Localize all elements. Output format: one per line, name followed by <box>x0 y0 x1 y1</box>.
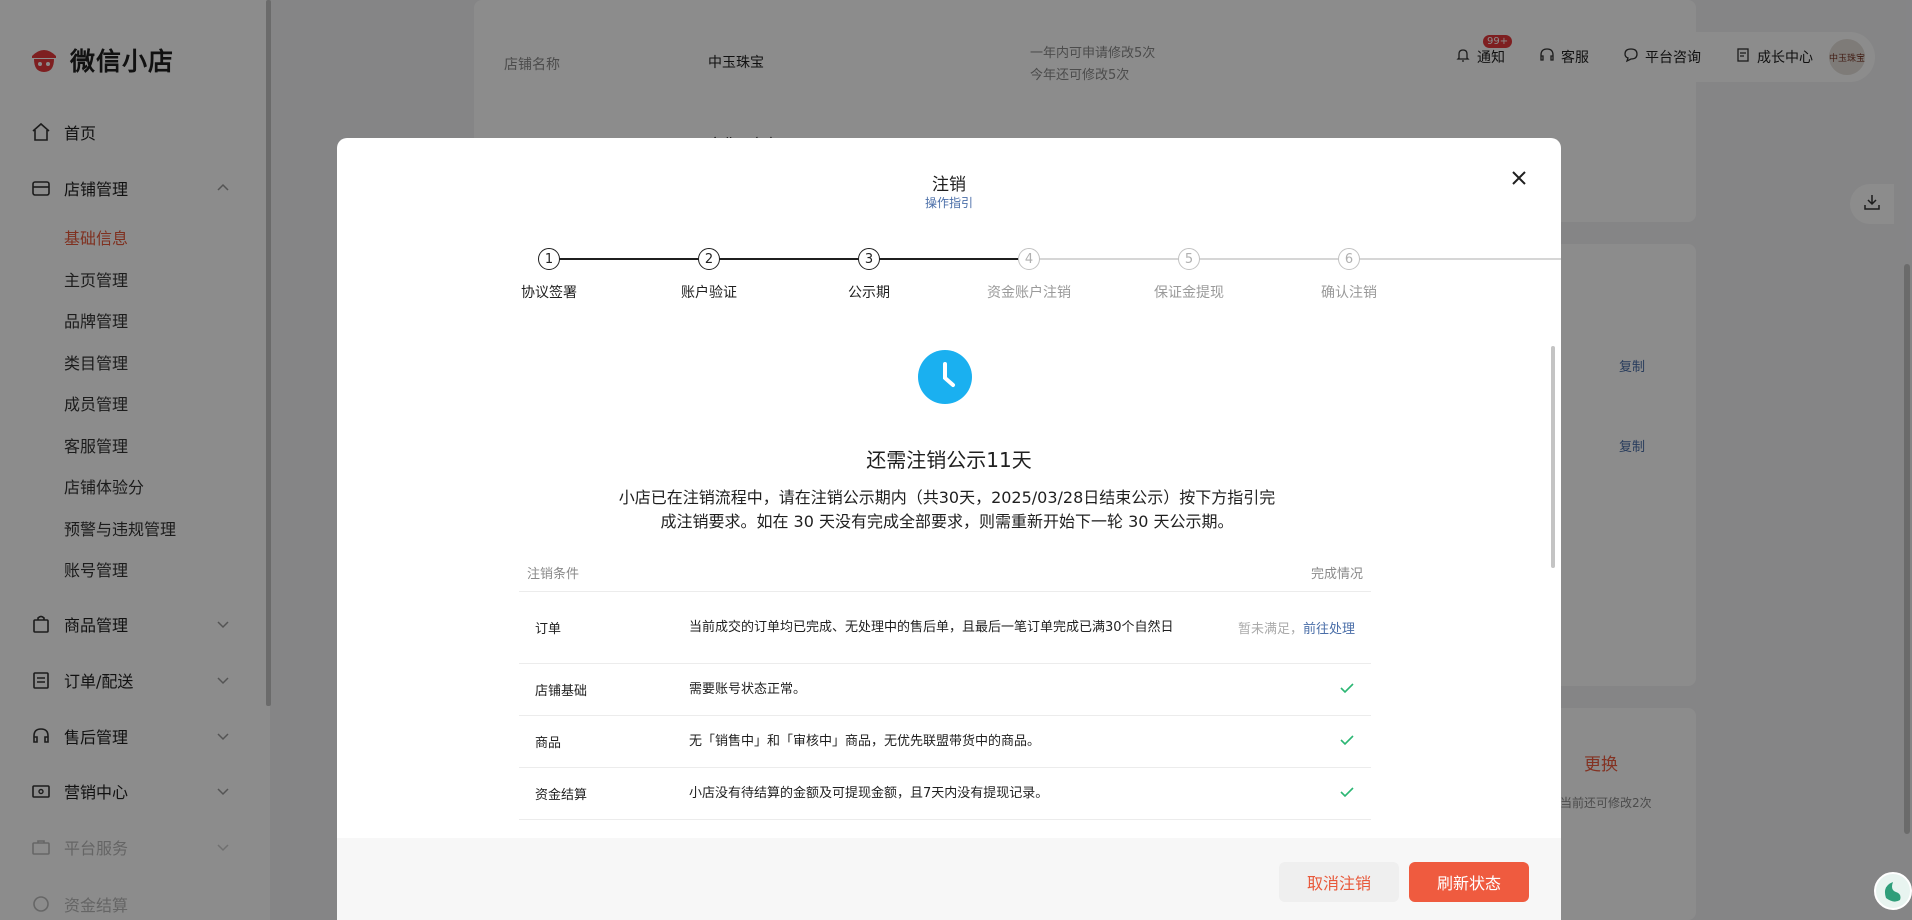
status-text: 暂未满足， <box>1237 622 1303 637</box>
condition-detail: 当前成交的订单均已完成、无处理中的售后单，且最后一笔订单完成已满30个自然日 <box>689 619 1174 635</box>
modal-scrollbar[interactable] <box>1551 346 1555 568</box>
modal-footer: 取消注销 刷新状态 <box>337 838 1561 920</box>
step-1-label: 协议签署 <box>521 285 577 301</box>
condition-name: 商品 <box>535 736 562 751</box>
check-icon <box>1339 732 1355 748</box>
condition-detail: 小店没有待结算的金额及可提现金额，且7天内没有提现记录。 <box>689 785 1049 801</box>
step-5-label: 保证金提现 <box>1154 285 1224 301</box>
step-3-label: 公示期 <box>848 285 890 301</box>
step-4-label: 资金账户注销 <box>987 285 1071 301</box>
condition-detail: 无「销售中」和「审核中」商品，无优先联盟带货中的商品。 <box>689 733 1041 749</box>
cancel-description-line: 小店已在注销流程中，请在注销公示期内（共30天，2025/03/28日结束公示）… <box>618 488 1276 507</box>
column-header-condition: 注销条件 <box>527 567 580 582</box>
condition-status <box>1205 784 1355 804</box>
column-header-status: 完成情况 <box>1310 567 1363 582</box>
condition-name: 资金结算 <box>535 788 588 803</box>
step-line-done <box>549 258 1029 260</box>
conditions-table: 注销条件 完成情况 订单 当前成交的订单均已完成、无处理中的售后单，且最后一笔订… <box>519 554 1371 820</box>
cancel-account-modal: 注销 操作指引 1 协议签署 2 账户验证 3 公示期 4 资金账户注销 5 保… <box>337 138 1561 920</box>
cancel-deregistration-button[interactable]: 取消注销 <box>1279 862 1399 902</box>
table-header: 注销条件 完成情况 <box>519 554 1371 592</box>
cancel-description-line: 成注销要求。如在 30 天没有完成全部要求，则需重新开始下一轮 30 天公示期。 <box>660 512 1234 531</box>
check-icon <box>1339 784 1355 800</box>
step-2-label: 账户验证 <box>681 285 737 301</box>
condition-name: 订单 <box>535 622 562 637</box>
table-row: 订单 当前成交的订单均已完成、无处理中的售后单，且最后一笔订单完成已满30个自然… <box>519 592 1371 664</box>
cancel-description: 小店已在注销流程中，请在注销公示期内（共30天，2025/03/28日结束公示）… <box>587 486 1307 534</box>
check-icon <box>1339 680 1355 696</box>
step-6-label: 确认注销 <box>1321 285 1377 301</box>
refresh-status-button[interactable]: 刷新状态 <box>1409 862 1529 902</box>
operation-guide-link[interactable]: 操作指引 <box>337 194 1561 211</box>
condition-status: 暂未满足，前往处理 <box>1229 618 1355 637</box>
go-handle-link[interactable]: 前往处理 <box>1303 622 1355 637</box>
progress-steps: 1 协议签署 2 账户验证 3 公示期 4 资金账户注销 5 保证金提现 6 确… <box>337 242 1561 302</box>
step-4-circle: 4 <box>1018 248 1040 270</box>
step-6-circle: 6 <box>1338 248 1360 270</box>
table-row: 资金结算 小店没有待结算的金额及可提现金额，且7天内没有提现记录。 <box>519 768 1371 820</box>
countdown-headline: 还需注销公示11天 <box>866 448 1032 472</box>
clock-icon <box>918 350 972 404</box>
table-row: 店铺基础 需要账号状态正常。 <box>519 664 1371 716</box>
table-row: 商品 无「销售中」和「审核中」商品，无优先联盟带货中的商品。 <box>519 716 1371 768</box>
modal-title: 注销 <box>932 175 966 195</box>
step-1-circle: 1 <box>538 248 560 270</box>
close-icon[interactable] <box>1507 166 1531 190</box>
assistant-float-icon[interactable] <box>1874 872 1912 910</box>
condition-name: 店铺基础 <box>535 684 588 699</box>
step-2-circle: 2 <box>698 248 720 270</box>
condition-status <box>1205 680 1355 700</box>
step-line-pending <box>1029 258 1561 260</box>
condition-status <box>1205 732 1355 752</box>
step-5-circle: 5 <box>1178 248 1200 270</box>
step-3-circle: 3 <box>858 248 880 270</box>
condition-detail: 需要账号状态正常。 <box>689 681 807 697</box>
